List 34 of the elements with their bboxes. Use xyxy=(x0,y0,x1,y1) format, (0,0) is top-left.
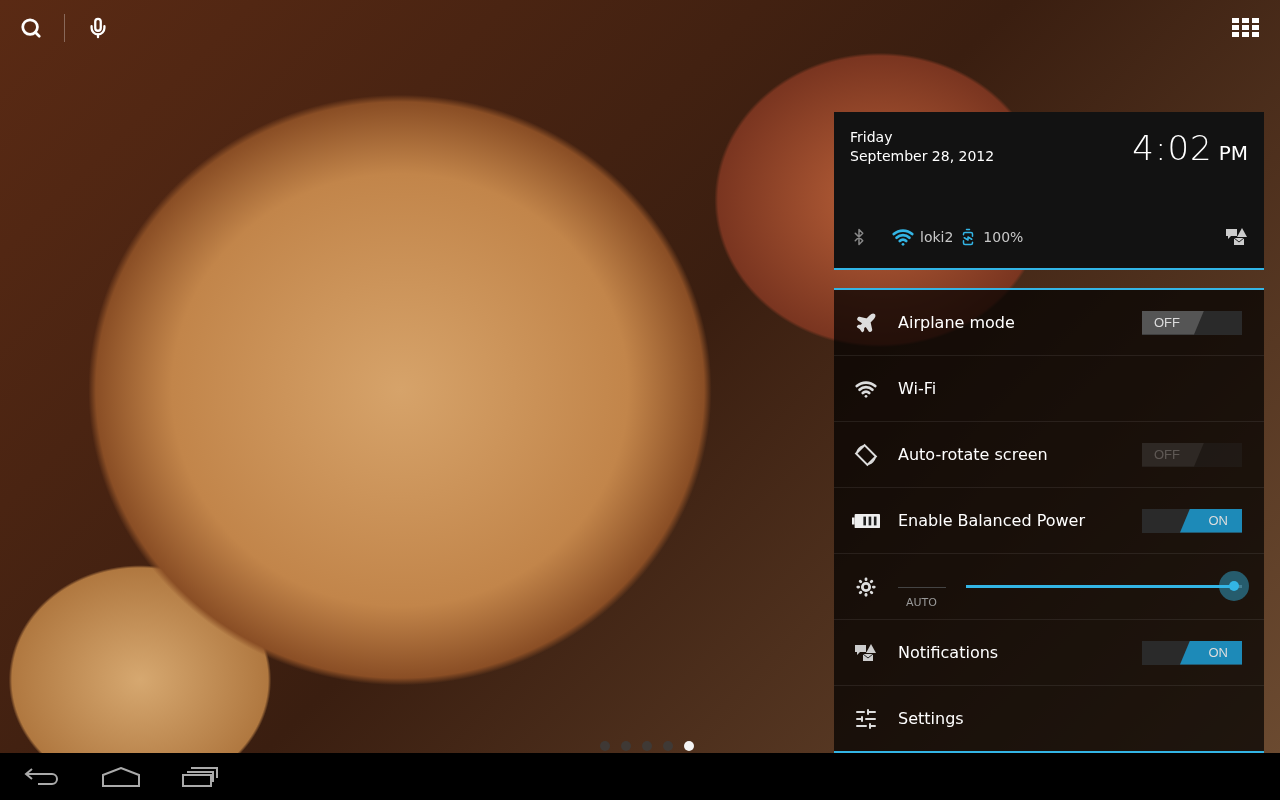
network-name: loki2 xyxy=(920,229,954,245)
brightness-icon xyxy=(855,575,877,598)
home-button[interactable] xyxy=(102,766,140,787)
brightness-slider-thumb[interactable] xyxy=(1218,571,1249,601)
setting-label[interactable]: Settings xyxy=(898,709,1242,728)
auto-brightness-toggle[interactable]: AUTO xyxy=(898,586,946,609)
recent-apps-button[interactable] xyxy=(182,766,218,787)
settings-icon xyxy=(854,706,878,731)
setting-label[interactable]: Wi-Fi xyxy=(898,379,1242,398)
page-indicator-dot[interactable] xyxy=(663,741,673,751)
setting-label: Enable Balanced Power xyxy=(898,511,1086,530)
toggle-switch[interactable]: OFF xyxy=(1142,310,1242,335)
page-indicator-dot[interactable] xyxy=(642,741,652,751)
wifi-icon xyxy=(892,226,914,248)
back-button[interactable] xyxy=(24,766,60,787)
setting-label: Notifications xyxy=(898,643,1000,662)
notifications-icon xyxy=(1226,227,1248,247)
notifications-icon xyxy=(855,642,877,663)
battery-percent: 100% xyxy=(983,229,1024,245)
page-indicator-dot[interactable] xyxy=(684,741,694,751)
toggle-switch[interactable]: ON xyxy=(1142,640,1242,665)
setting-label: Airplane mode xyxy=(898,313,1016,332)
battery-icon xyxy=(852,512,880,529)
page-indicator-dot[interactable] xyxy=(600,741,610,751)
rotate-icon xyxy=(854,442,878,467)
clock-time: 4:02 xyxy=(1132,128,1213,168)
apps-grid-icon[interactable] xyxy=(1232,18,1260,38)
clock-ampm: PM xyxy=(1218,141,1248,165)
setting-label: Auto-rotate screen xyxy=(898,445,1049,464)
day-text: Friday xyxy=(850,128,894,147)
page-indicator-dot[interactable] xyxy=(621,741,631,751)
airplane-icon xyxy=(855,311,877,334)
toggle-switch[interactable]: ON xyxy=(1142,508,1242,533)
date-text: September 28, 2012 xyxy=(850,147,995,166)
